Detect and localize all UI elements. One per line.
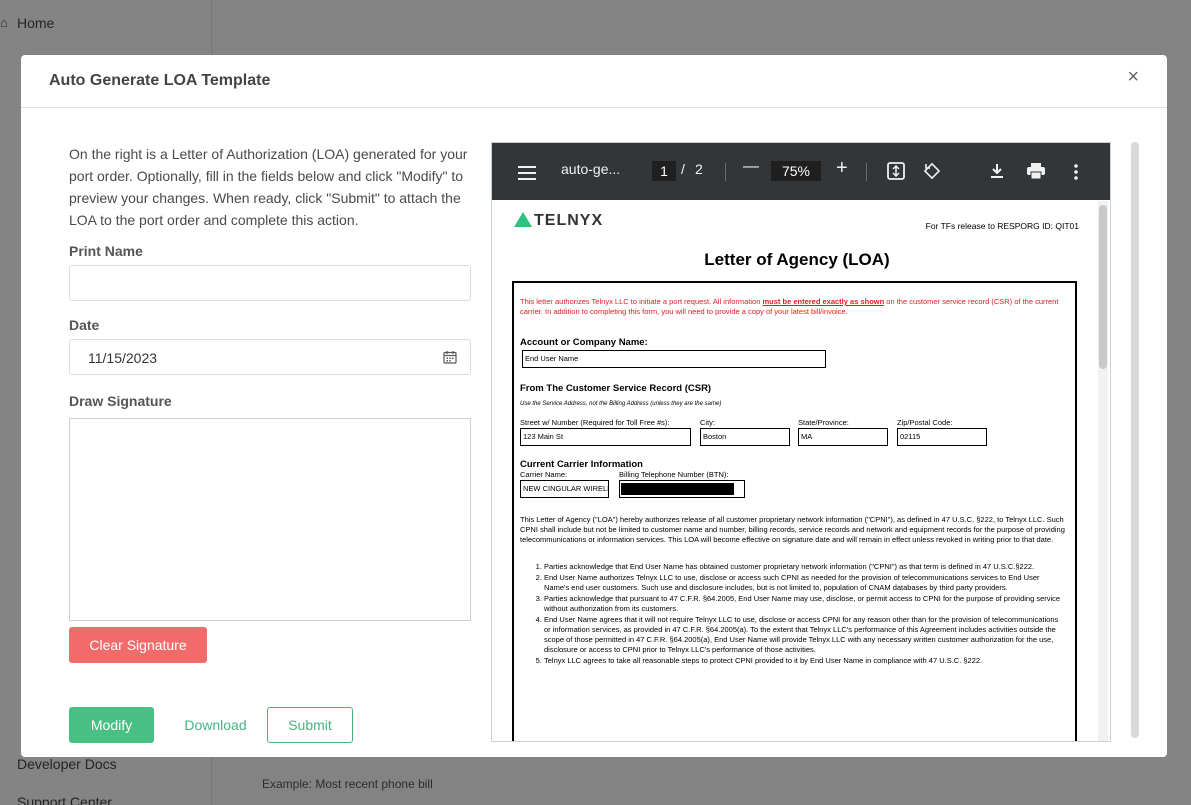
submit-button[interactable]: Submit <box>267 707 353 743</box>
loa-title: Letter of Agency (LOA) <box>704 250 890 269</box>
list-item: End User Name agrees that it will not re… <box>544 615 1062 655</box>
state-field: MA <box>798 428 888 446</box>
page-separator: / <box>681 161 685 177</box>
csr-note: Use the Service Address, not the Billing… <box>520 401 722 407</box>
clear-signature-button[interactable]: Clear Signature <box>69 627 207 663</box>
telnyx-logo: TELNYX <box>514 212 603 230</box>
pdf-viewer: auto-ge... 1 / 2 — 75% + TELNYX For TFs … <box>491 142 1111 742</box>
loa-modal: Auto Generate LOA Template × On the righ… <box>21 55 1167 757</box>
state-label: State/Province: <box>798 418 849 427</box>
signature-canvas[interactable] <box>69 418 471 621</box>
download-icon[interactable] <box>989 163 1005 179</box>
cpni-paragraph: This Letter of Agency ("LOA") hereby aut… <box>520 515 1065 544</box>
date-input[interactable]: 11/15/2023 <box>69 339 471 375</box>
date-label: Date <box>69 317 100 333</box>
modify-button[interactable]: Modify <box>69 707 154 743</box>
loa-red-intro: This letter authorizes Telnyx LLC to ini… <box>520 297 1059 316</box>
list-item: End User Name authorizes Telnyx LLC to u… <box>544 573 1062 593</box>
download-button[interactable]: Download <box>178 707 253 743</box>
carrier-section-label: Current Carrier Information <box>520 459 643 470</box>
loa-document: TELNYX For TFs release to RESPORG ID: QI… <box>497 200 1097 741</box>
city-label: City: <box>700 418 715 427</box>
signature-label: Draw Signature <box>69 393 172 409</box>
pdf-toolbar: auto-ge... 1 / 2 — 75% + <box>492 143 1110 200</box>
print-icon[interactable] <box>1027 163 1045 179</box>
csr-label: From The Customer Service Record (CSR) <box>520 383 712 394</box>
zoom-in-icon[interactable]: + <box>836 157 848 180</box>
pdf-filename: auto-ge... <box>561 161 621 177</box>
rotate-icon[interactable] <box>923 162 941 180</box>
calendar-icon[interactable] <box>443 350 457 364</box>
resporg-text: For TFs release to RESPORG ID: QIT01 <box>925 221 1079 231</box>
pdf-scrollbar-thumb[interactable] <box>1099 205 1107 369</box>
carrier-field: NEW CINGULAR WIRELESS <box>520 480 609 498</box>
list-item: Parties acknowledge that pursuant to 47 … <box>544 594 1062 614</box>
loa-form: On the right is a Letter of Authorizatio… <box>69 143 471 621</box>
cpni-terms-list: Parties acknowledge that End User Name h… <box>532 562 1062 667</box>
more-options-icon[interactable] <box>1074 164 1078 180</box>
list-item: Parties acknowledge that End User Name h… <box>544 562 1062 572</box>
loa-form-frame: This letter authorizes Telnyx LLC to ini… <box>512 281 1077 741</box>
city-field: Boston <box>700 428 790 446</box>
print-name-label: Print Name <box>69 243 143 259</box>
zoom-out-icon[interactable]: — <box>743 158 759 176</box>
modal-scrollbar[interactable] <box>1131 142 1139 738</box>
btn-label: Billing Telephone Number (BTN): <box>619 470 729 479</box>
page-total: 2 <box>695 161 703 177</box>
list-item: Telnyx LLC agrees to take all reasonable… <box>544 656 1062 666</box>
toolbar-divider <box>725 163 726 181</box>
menu-icon[interactable] <box>518 166 536 184</box>
modal-header: Auto Generate LOA Template × <box>21 55 1167 108</box>
account-field: End User Name <box>522 350 826 368</box>
close-icon[interactable]: × <box>1127 66 1139 89</box>
page-number-input[interactable]: 1 <box>652 161 676 181</box>
intro-text: On the right is a Letter of Authorizatio… <box>69 146 468 228</box>
fit-page-icon[interactable] <box>887 162 905 180</box>
modal-title: Auto Generate LOA Template <box>49 72 271 89</box>
zip-label: Zip/Postal Code: <box>897 418 953 427</box>
street-label: Street w/ Number (Required for Toll Free… <box>520 418 670 427</box>
street-field: 123 Main St <box>520 428 691 446</box>
toolbar-divider <box>866 163 867 181</box>
zoom-level[interactable]: 75% <box>771 161 821 181</box>
btn-redaction <box>621 483 734 495</box>
carrier-label: Carrier Name: <box>520 470 568 479</box>
date-value: 11/15/2023 <box>88 350 158 366</box>
print-name-input[interactable] <box>69 265 471 301</box>
account-label: Account or Company Name: <box>520 337 648 348</box>
zip-field: 02115 <box>897 428 987 446</box>
